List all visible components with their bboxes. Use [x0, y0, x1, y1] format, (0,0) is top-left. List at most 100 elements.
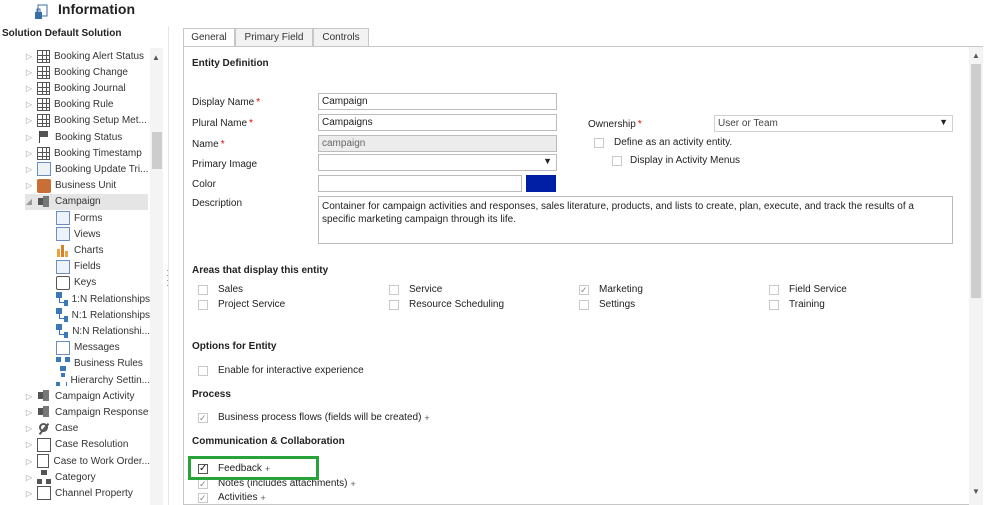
- plus-icon: +: [350, 478, 356, 489]
- tab-controls[interactable]: Controls: [313, 28, 369, 47]
- color-swatch[interactable]: [526, 175, 556, 192]
- activity-entity-checkbox[interactable]: [594, 137, 604, 148]
- expand-arrow-icon[interactable]: ▷: [25, 68, 33, 77]
- notes-checkbox[interactable]: [198, 478, 208, 489]
- nav-item[interactable]: Fields: [0, 259, 150, 275]
- expand-arrow-icon[interactable]: ▷: [25, 149, 33, 158]
- nav-item[interactable]: 1:N Relationships: [0, 291, 150, 307]
- panel-scroll-thumb[interactable]: [971, 64, 981, 298]
- nav-item[interactable]: ▷ Booking Update Tri...: [0, 161, 150, 177]
- area-settings-checkbox[interactable]: [579, 299, 589, 310]
- panel-scrollbar[interactable]: ▲ ▼: [969, 47, 983, 505]
- area-marketing[interactable]: Marketing: [579, 284, 643, 295]
- options-heading: Options for Entity: [192, 341, 277, 352]
- tab-general[interactable]: General: [183, 28, 235, 48]
- area-training[interactable]: Training: [769, 299, 825, 310]
- plural-name-input[interactable]: Campaigns: [318, 114, 557, 131]
- nav-item[interactable]: ▷ Case to Work Order...: [0, 453, 150, 469]
- dropdown-arrow-icon: ▼: [543, 156, 552, 166]
- nav-item[interactable]: ▷ Booking Change: [0, 64, 150, 80]
- nav-item[interactable]: ▷ Campaign Activity: [0, 388, 150, 404]
- area-service[interactable]: Service: [389, 284, 442, 295]
- expand-arrow-icon[interactable]: ▷: [25, 165, 33, 174]
- area-project-service[interactable]: Project Service: [198, 299, 285, 310]
- nav-item[interactable]: Hierarchy Settin...: [0, 372, 150, 388]
- area-resource-scheduling[interactable]: Resource Scheduling: [389, 299, 504, 310]
- expand-arrow-icon[interactable]: ▷: [25, 133, 33, 142]
- pane-splitter[interactable]: · · · ·: [166, 266, 169, 290]
- area-sales[interactable]: Sales: [198, 284, 243, 295]
- expand-arrow-icon[interactable]: ▷: [25, 489, 33, 498]
- nav-item[interactable]: ▷ Case Resolution: [0, 437, 150, 453]
- collapse-arrow-icon[interactable]: ◢: [25, 197, 33, 206]
- case-icon: [37, 486, 51, 501]
- bpf-option[interactable]: Business process flows (fields will be c…: [198, 412, 430, 423]
- activities-option[interactable]: Activities +: [198, 492, 266, 503]
- area-sales-checkbox[interactable]: [198, 284, 208, 295]
- nav-item[interactable]: Charts: [0, 242, 150, 258]
- nav-item[interactable]: ▷ Booking Status: [0, 129, 150, 145]
- nav-item[interactable]: ▷ Category: [0, 469, 150, 485]
- bpf-checkbox[interactable]: [198, 412, 208, 423]
- area-field-service[interactable]: Field Service: [769, 284, 847, 295]
- nav-item[interactable]: ▷ Booking Alert Status: [0, 48, 150, 64]
- nav-item[interactable]: Keys: [0, 275, 150, 291]
- primary-image-select[interactable]: ▼: [318, 154, 557, 171]
- view-icon: [56, 227, 70, 242]
- expand-arrow-icon[interactable]: ▷: [25, 473, 33, 482]
- nav-item[interactable]: Views: [0, 226, 150, 242]
- expand-arrow-icon[interactable]: ▷: [25, 440, 33, 449]
- area-training-checkbox[interactable]: [769, 299, 779, 310]
- nav-item[interactable]: ▷ Campaign Response: [0, 404, 150, 420]
- interactive-experience-option[interactable]: Enable for interactive experience: [198, 365, 364, 376]
- nav-item[interactable]: ▷ Channel Property: [0, 485, 150, 501]
- nav-item[interactable]: ▷ Booking Rule: [0, 97, 150, 113]
- activity-entity-option[interactable]: Define as an activity entity.: [594, 137, 732, 148]
- nav-item[interactable]: Business Rules: [0, 356, 150, 372]
- expand-arrow-icon[interactable]: ▷: [25, 392, 33, 401]
- page-title: Information: [58, 1, 135, 17]
- tab-primary-field[interactable]: Primary Field: [235, 28, 313, 47]
- activity-menus-checkbox[interactable]: [612, 155, 622, 166]
- nav-item[interactable]: ▷ Business Unit: [0, 178, 150, 194]
- scroll-down-icon[interactable]: ▼: [972, 487, 980, 496]
- nav-item[interactable]: N:1 Relationships: [0, 307, 150, 323]
- expand-arrow-icon[interactable]: ▷: [25, 181, 33, 190]
- nav-item[interactable]: ▷ Booking Setup Met...: [0, 113, 150, 129]
- nav-scrollbar[interactable]: ▲: [150, 48, 163, 505]
- nav-item[interactable]: ◢ Campaign: [25, 193, 148, 210]
- scroll-up-icon[interactable]: ▲: [152, 53, 160, 62]
- display-name-input[interactable]: Campaign: [318, 93, 557, 110]
- expand-arrow-icon[interactable]: ▷: [25, 408, 33, 417]
- scroll-up-icon[interactable]: ▲: [972, 51, 980, 60]
- interactive-experience-checkbox[interactable]: [198, 365, 208, 376]
- plus-icon: +: [260, 492, 266, 503]
- nav-item[interactable]: ▷ Case: [0, 421, 150, 437]
- nav-item[interactable]: Forms: [0, 210, 150, 226]
- expand-arrow-icon[interactable]: ▷: [25, 116, 33, 125]
- nav-item[interactable]: N:N Relationshi...: [0, 323, 150, 339]
- nav-item[interactable]: ▷ Booking Timestamp: [0, 145, 150, 161]
- nav-item-label: Campaign: [55, 196, 101, 208]
- expand-arrow-icon[interactable]: ▷: [25, 52, 33, 61]
- nav-item[interactable]: Messages: [0, 340, 150, 356]
- area-settings[interactable]: Settings: [579, 299, 635, 310]
- area-resource-scheduling-checkbox[interactable]: [389, 299, 399, 310]
- area-field-service-checkbox[interactable]: [769, 284, 779, 295]
- activities-checkbox[interactable]: [198, 492, 208, 503]
- expand-arrow-icon[interactable]: ▷: [25, 84, 33, 93]
- area-marketing-checkbox[interactable]: [579, 284, 589, 295]
- nav-item-label: Case Resolution: [55, 439, 129, 451]
- area-settings-label: Settings: [599, 299, 636, 310]
- area-project-service-checkbox[interactable]: [198, 299, 208, 310]
- expand-arrow-icon[interactable]: ▷: [25, 100, 33, 109]
- nav-scroll-thumb[interactable]: [152, 132, 162, 169]
- nav-item[interactable]: ▷ Booking Journal: [0, 80, 150, 96]
- expand-arrow-icon[interactable]: ▷: [25, 457, 33, 466]
- ownership-select[interactable]: User or Team ▼: [714, 115, 953, 132]
- expand-arrow-icon[interactable]: ▷: [25, 424, 33, 433]
- description-textarea[interactable]: Container for campaign activities and re…: [318, 196, 953, 244]
- area-service-checkbox[interactable]: [389, 284, 399, 295]
- color-input[interactable]: [318, 175, 522, 192]
- activity-menus-option[interactable]: Display in Activity Menus: [612, 155, 740, 166]
